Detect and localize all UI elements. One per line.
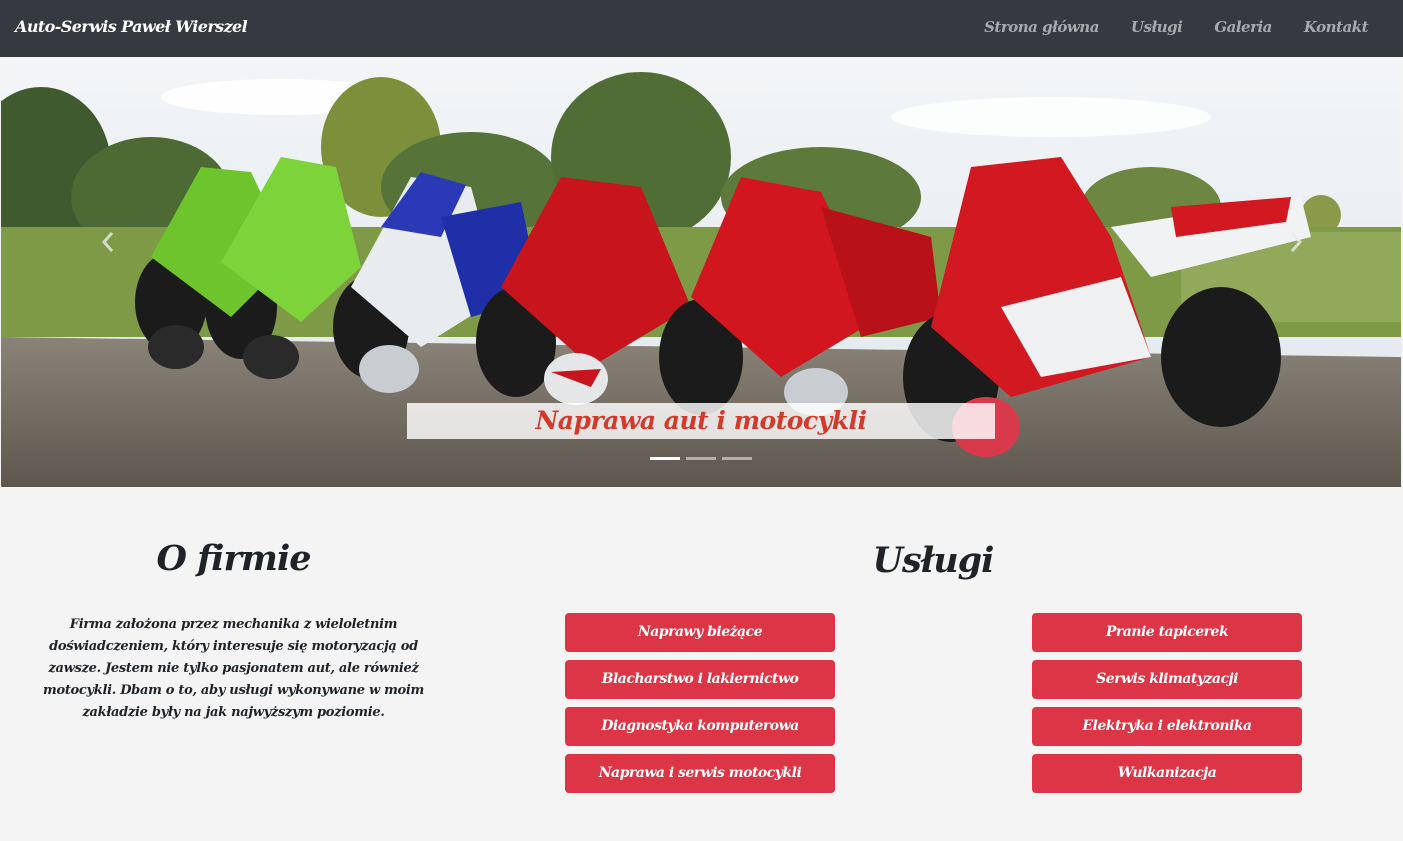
service-button-elektryka[interactable]: Elektryka i elektronika [1032,707,1302,746]
chevron-left-icon [101,232,114,252]
carousel-indicator-3[interactable] [722,457,752,460]
nav-link-contact[interactable]: Kontakt [1304,18,1369,36]
chevron-right-icon [1290,232,1303,252]
service-button-klimatyzacja[interactable]: Serwis klimatyzacji [1032,660,1302,699]
carousel-next-button[interactable] [1281,227,1311,257]
brand-logo[interactable]: Auto-Serwis Paweł Wierszel [15,17,248,36]
about-title: O firmie [156,538,311,579]
carousel-indicator-1[interactable] [650,457,680,460]
nav-link-home[interactable]: Strona główna [984,18,1099,36]
carousel-indicators [650,457,752,460]
service-button-naprawy[interactable]: Naprawy bieżące [565,613,835,652]
nav-link-gallery[interactable]: Galeria [1214,18,1272,36]
service-button-wulkanizacja[interactable]: Wulkanizacja [1032,754,1302,793]
hero-carousel: Naprawa aut i motocykli [1,57,1401,487]
nav-link-services[interactable]: Usługi [1131,18,1183,36]
carousel-caption: Naprawa aut i motocykli [407,403,995,439]
nav-links: Strona główna Usługi Galeria Kontakt [984,18,1368,36]
navbar: Auto-Serwis Paweł Wierszel Strona główna… [0,0,1403,57]
services-title: Usługi [872,540,995,581]
about-description: Firma założona przez mechanika z wielole… [43,617,424,720]
service-button-blacharstwo[interactable]: Blacharstwo i lakiernictwo [565,660,835,699]
service-button-diagnostyka[interactable]: Diagnostyka komputerowa [565,707,835,746]
carousel-indicator-2[interactable] [686,457,716,460]
service-button-pranie[interactable]: Pranie tapicerek [1032,613,1302,652]
service-button-motocykle[interactable]: Naprawa i serwis motocykli [565,754,835,793]
carousel-prev-button[interactable] [93,227,123,257]
